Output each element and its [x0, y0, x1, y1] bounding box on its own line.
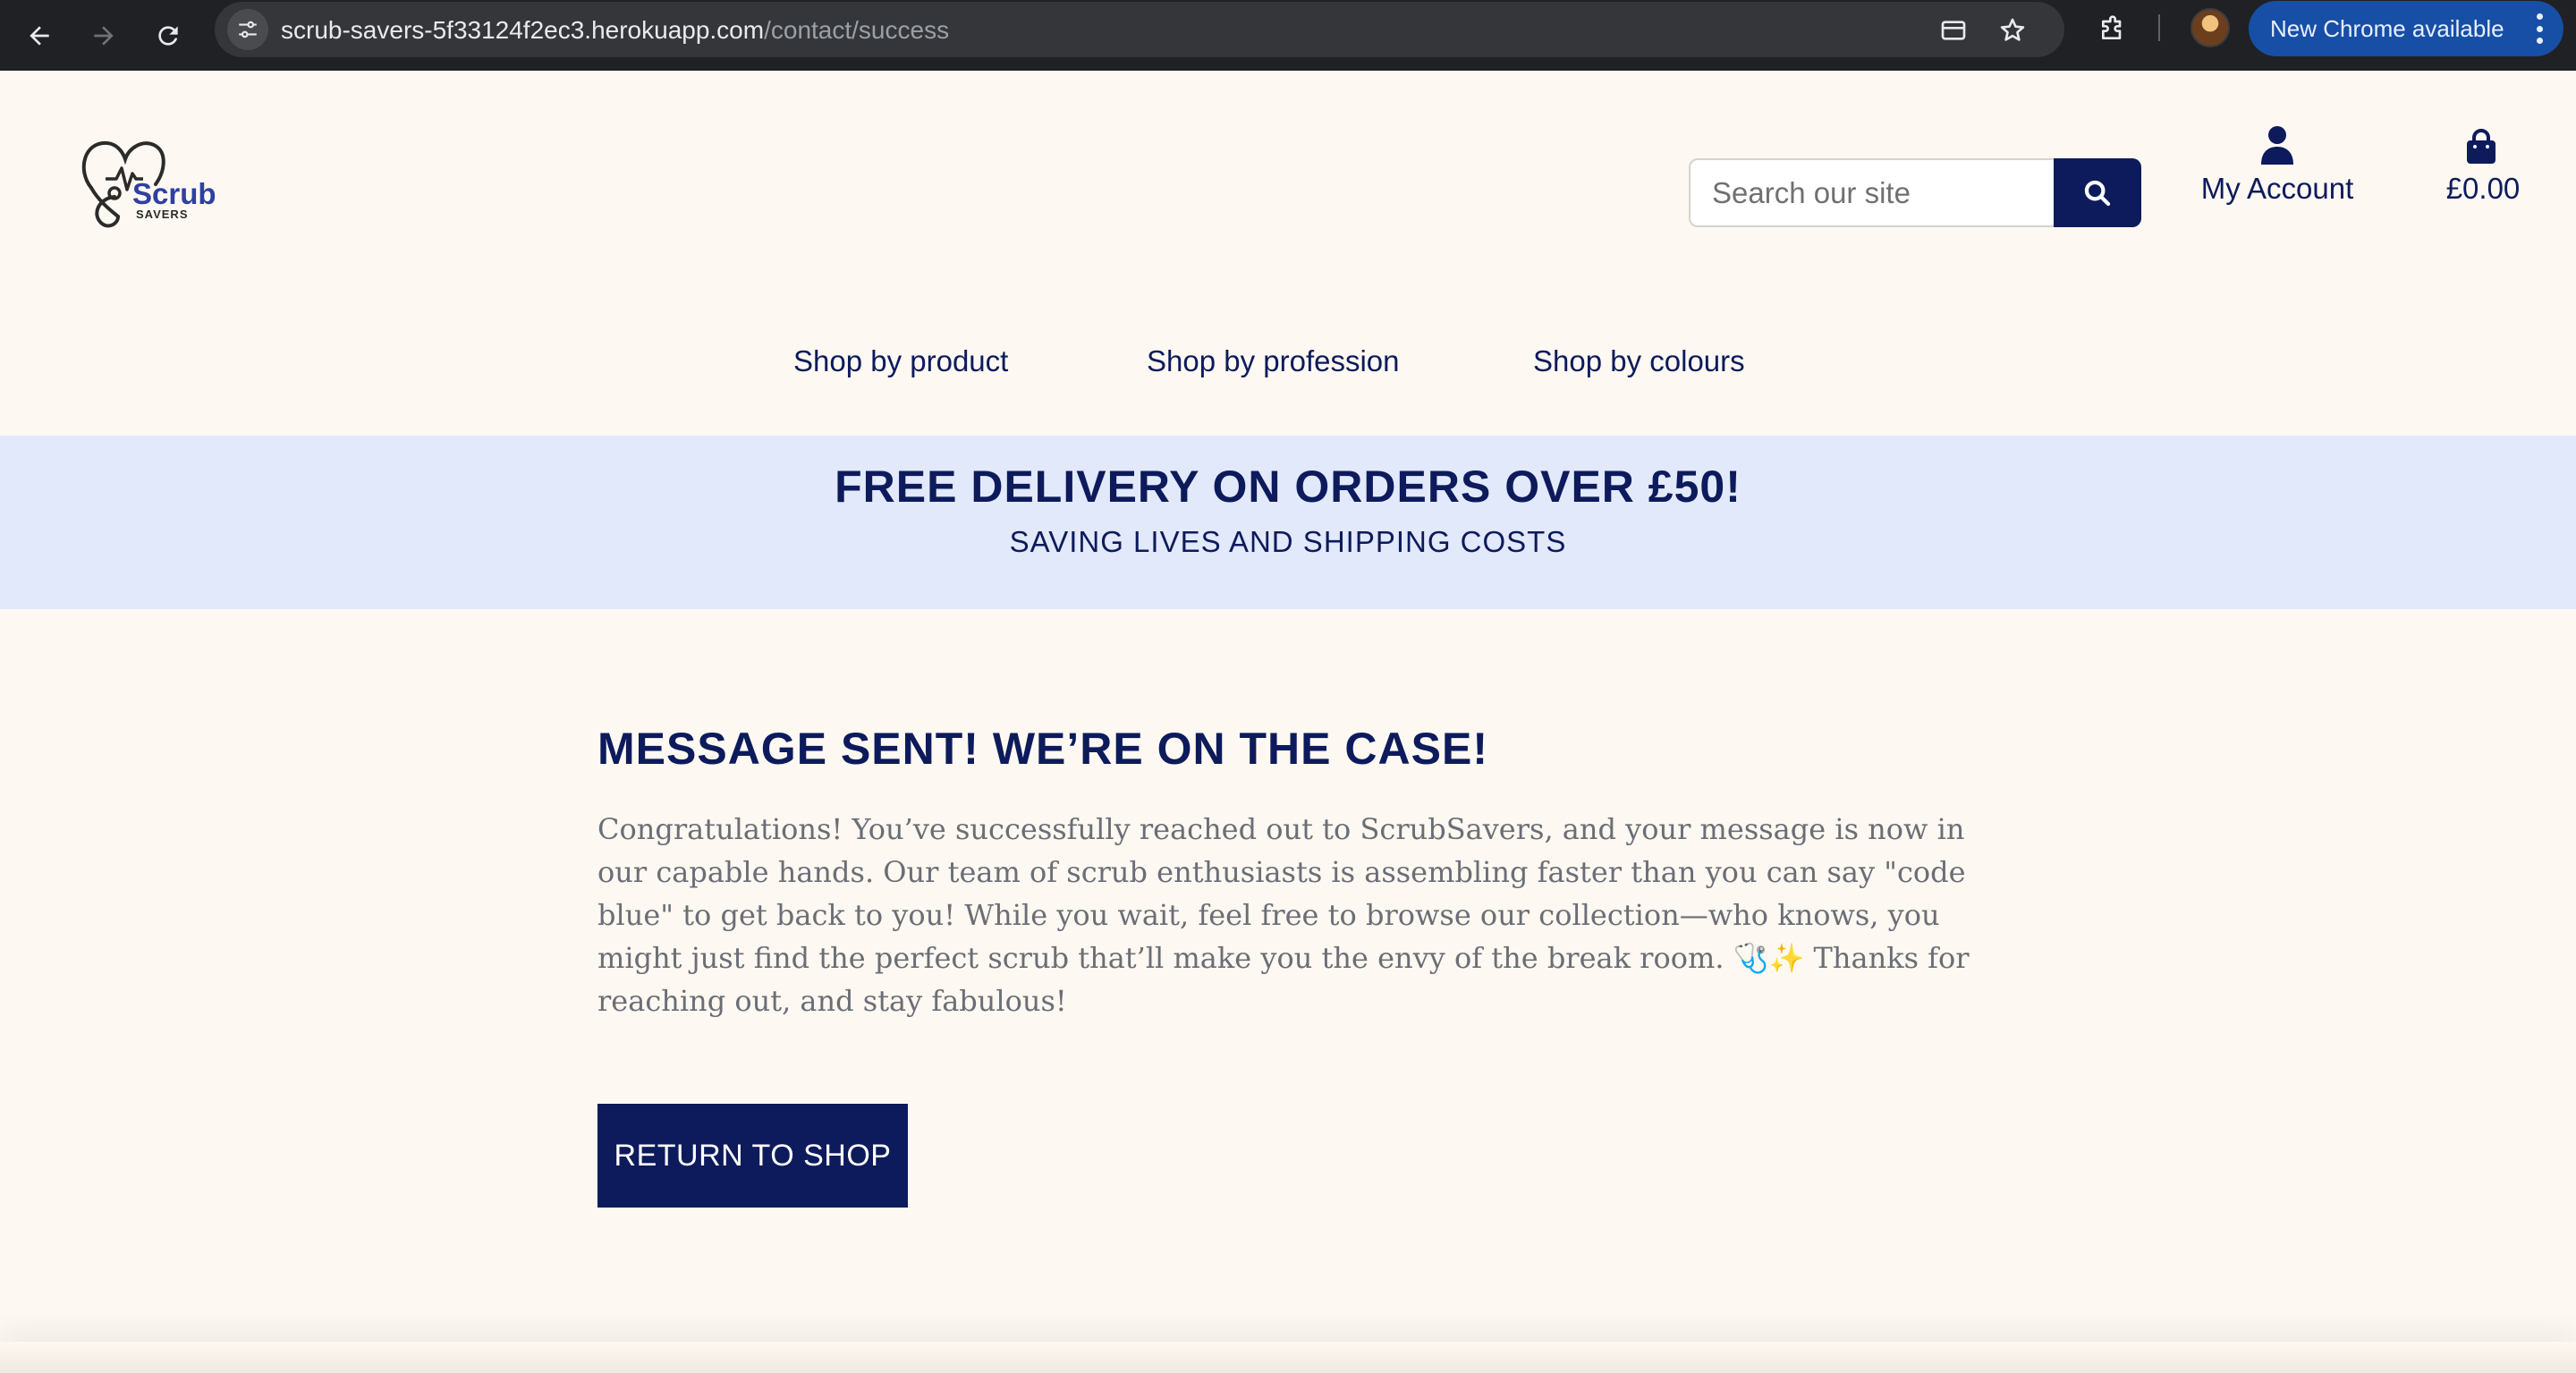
puzzle-icon	[2102, 15, 2122, 39]
site-logo[interactable]: Scrub SAVERS	[79, 134, 222, 233]
banner-subline: SAVING LIVES AND SHIPPING COSTS	[1009, 525, 1567, 558]
credit-card-icon	[1941, 21, 1966, 40]
search-icon	[2084, 180, 2111, 206]
url-text: scrub-savers-5f33124f2ec3.herokuapp.com/…	[281, 16, 949, 45]
logo-wordmark: Scrub	[132, 177, 216, 210]
search-input[interactable]	[1689, 158, 2055, 227]
update-label: New Chrome available	[2270, 14, 2504, 42]
nav-shop-by-profession[interactable]: Shop by profession	[1147, 344, 1400, 378]
profile-avatar[interactable]	[2190, 8, 2230, 47]
cart-total: £0.00	[2445, 172, 2521, 205]
back-arrow-icon	[30, 26, 49, 46]
star-icon	[2000, 18, 2025, 41]
url-domain: scrub-savers-5f33124f2ec3.herokuapp.com	[281, 16, 765, 44]
site-search	[1689, 158, 2141, 227]
chrome-update-button[interactable]: New Chrome available	[2249, 1, 2563, 56]
shopping-bag-link[interactable]: £0.00	[2438, 125, 2528, 215]
reload-button[interactable]	[143, 11, 193, 61]
tune-icon	[239, 21, 257, 38]
account-label: My Account	[2200, 172, 2354, 205]
shopping-bag-icon	[2467, 129, 2496, 164]
main-navigation: Shop by product Shop by profession Shop …	[0, 344, 2576, 389]
logo-subtext: SAVERS	[136, 208, 189, 221]
reload-icon	[158, 26, 178, 46]
more-vert-icon	[2537, 13, 2544, 44]
success-message-body: Congratulations! You’ve successfully rea…	[597, 812, 1970, 1018]
banner-headline: FREE DELIVERY ON ORDERS OVER £50!	[835, 462, 1741, 512]
bookmark-button[interactable]	[1993, 11, 2032, 50]
extensions-button[interactable]	[2093, 9, 2132, 48]
forward-button[interactable]	[79, 11, 129, 61]
card-button[interactable]	[1934, 11, 1973, 50]
forward-arrow-icon	[94, 26, 114, 46]
browser-toolbar: scrub-savers-5f33124f2ec3.herokuapp.com/…	[0, 0, 2576, 71]
url-path: /contact/success	[764, 16, 950, 44]
address-bar[interactable]: scrub-savers-5f33124f2ec3.herokuapp.com/…	[215, 2, 2064, 57]
nav-shop-by-colours[interactable]: Shop by colours	[1533, 344, 1745, 378]
success-message-section: MESSAGE SENT! WE’RE ON THE CASE! Congrat…	[597, 720, 1975, 1022]
return-to-shop-button[interactable]: RETURN TO SHOP	[597, 1104, 908, 1208]
toolbar-divider	[2158, 14, 2160, 41]
delivery-banner: FREE DELIVERY ON ORDERS OVER £50! SAVING…	[0, 436, 2576, 609]
back-button[interactable]	[14, 11, 64, 61]
user-icon	[2261, 126, 2293, 165]
page-title: MESSAGE SENT! WE’RE ON THE CASE!	[597, 724, 1488, 774]
nav-shop-by-product[interactable]: Shop by product	[793, 344, 1008, 378]
site-info-button[interactable]	[227, 9, 268, 50]
my-account-link[interactable]: My Account	[2190, 125, 2365, 215]
search-button[interactable]	[2054, 158, 2141, 227]
footer-edge	[0, 1342, 2576, 1373]
